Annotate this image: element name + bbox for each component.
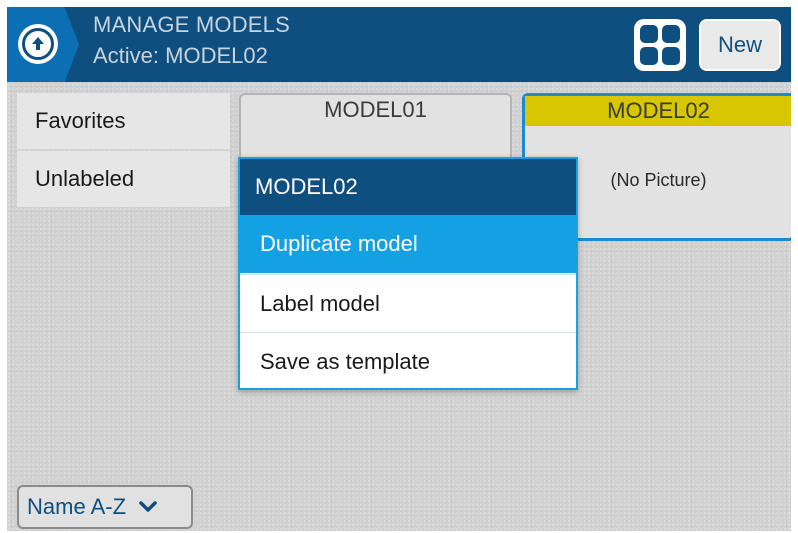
screen: MANAGE MODELS Active: MODEL02 New Favori…	[7, 7, 791, 531]
sort-selected-value: Name A-Z	[27, 494, 127, 519]
context-menu-title: MODEL02	[240, 159, 576, 215]
grid-view-button[interactable]	[634, 19, 686, 71]
header-bar: MANAGE MODELS Active: MODEL02 New	[7, 7, 791, 82]
page-title: MANAGE MODELS	[93, 12, 290, 37]
grid-view-icon	[640, 25, 658, 43]
menu-item-label-model[interactable]: Label model	[240, 274, 576, 332]
model-name: MODEL01	[324, 97, 427, 122]
home-button[interactable]	[18, 24, 58, 64]
chevron-down-icon	[139, 501, 157, 512]
grid-view-icon	[662, 47, 680, 65]
active-model-label: Active: MODEL02	[93, 43, 268, 68]
grid-view-icon	[662, 25, 680, 43]
grid-view-icon	[640, 47, 658, 65]
new-model-button[interactable]: New	[699, 19, 781, 71]
label-item-favorites[interactable]: Favorites	[17, 93, 230, 149]
label-item-unlabeled[interactable]: Unlabeled	[17, 151, 230, 207]
menu-item-save-as-template[interactable]: Save as template	[240, 332, 576, 390]
home-circle-icon	[22, 28, 54, 60]
menu-item-duplicate-model[interactable]: Duplicate model	[240, 215, 576, 273]
sort-dropdown[interactable]: Name A-Z	[17, 485, 193, 529]
model-name: MODEL02	[525, 96, 791, 126]
model-context-menu: MODEL02 Duplicate model Label model Save…	[238, 157, 578, 390]
